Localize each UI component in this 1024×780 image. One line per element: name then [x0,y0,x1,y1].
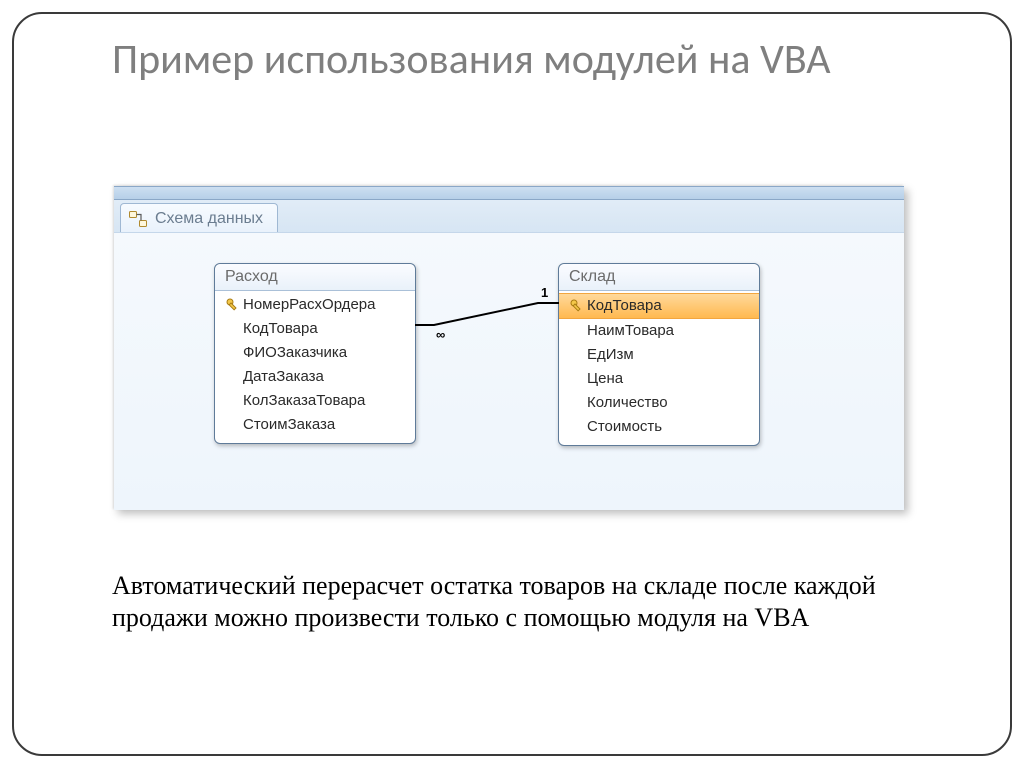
table-title: Склад [559,264,759,291]
field-name: ДатаЗаказа [243,367,324,387]
cardinality-many: ∞ [436,327,445,342]
field-row[interactable]: НомерРасхОрдера [215,293,415,317]
slide-frame: Пример использования модулей на VBA Схем… [12,12,1012,756]
field-row[interactable]: КолЗаказаТовара [215,389,415,413]
table-title: Расход [215,264,415,291]
cardinality-one: 1 [541,285,548,300]
table-raskhod[interactable]: Расход НомерРасхОр [214,263,416,444]
table-body: КодТовара НаимТовара ЕдИзм Цена Количест… [559,291,759,445]
tab-label: Схема данных [155,210,263,228]
field-name: СтоимЗаказа [243,415,335,435]
table-body: НомерРасхОрдера КодТовара ФИОЗаказчика Д… [215,291,415,443]
slide-title: Пример использования модулей на VBA [112,36,942,83]
field-name: Цена [587,369,623,389]
field-name: НомерРасхОрдера [243,295,375,315]
field-row[interactable]: Цена [559,367,759,391]
field-row[interactable]: Количество [559,391,759,415]
screenshot-container: Схема данных Расход [114,186,904,510]
field-row[interactable]: ФИОЗаказчика [215,341,415,365]
field-name: ЕдИзм [587,345,634,365]
field-name: Стоимость [587,417,662,437]
field-row[interactable]: НаимТовара [559,319,759,343]
field-name: КолЗаказаТовара [243,391,365,411]
document-tabbar: Схема данных [114,200,904,235]
field-name: КодТовара [243,319,318,339]
field-name: Количество [587,393,668,413]
field-name: КодТовара [587,296,662,316]
relationships-icon [129,211,147,227]
field-name: ФИОЗаказчика [243,343,347,363]
ribbon-strip [114,186,904,200]
table-sklad[interactable]: Склад КодТовара [558,263,760,446]
primary-key-icon [223,298,243,312]
field-row[interactable]: КодТовара [215,317,415,341]
field-row[interactable]: СтоимЗаказа [215,413,415,437]
relationships-canvas[interactable]: Расход НомерРасхОр [114,232,904,510]
tab-schema[interactable]: Схема данных [120,203,278,235]
primary-key-icon [567,299,587,313]
field-row[interactable]: ДатаЗаказа [215,365,415,389]
field-name: НаимТовара [587,321,674,341]
field-row[interactable]: КодТовара [559,293,759,319]
access-relationships-window: Схема данных Расход [114,186,904,510]
field-row[interactable]: Стоимость [559,415,759,439]
slide-body-text: Автоматический перерасчет остатка товаро… [112,570,932,633]
field-row[interactable]: ЕдИзм [559,343,759,367]
